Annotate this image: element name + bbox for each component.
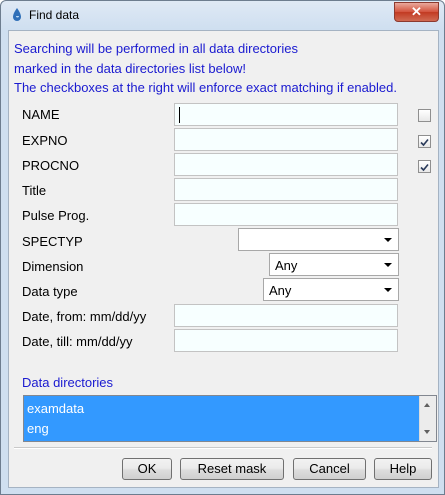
title-label: Title [22, 183, 47, 198]
procno-label: PROCNO [22, 158, 80, 173]
name-input[interactable] [174, 103, 398, 126]
scroll-down-arrow-icon[interactable] [424, 430, 430, 434]
data-type-label: Data type [22, 284, 78, 299]
date-from-input[interactable] [174, 304, 398, 327]
info-text: Searching will be performed in all data … [14, 39, 397, 98]
info-line: Searching will be performed in all data … [14, 41, 298, 56]
date-from-label: Date, from: mm/dd/yy [22, 309, 147, 324]
chevron-down-icon [384, 238, 392, 242]
expno-exact-checkbox[interactable] [418, 135, 431, 148]
text-caret [179, 107, 180, 123]
window-title: Find data [29, 8, 80, 22]
reset-mask-button[interactable]: Reset mask [180, 458, 284, 480]
divider [14, 447, 432, 449]
data-type-value: Any [269, 283, 292, 298]
spectyp-select[interactable] [238, 228, 399, 251]
title-input[interactable] [174, 178, 398, 201]
ok-button[interactable]: OK [122, 458, 172, 480]
data-directories-label: Data directories [22, 375, 114, 390]
date-till-label: Date, till: mm/dd/yy [22, 334, 133, 349]
close-button[interactable]: ✕ [394, 2, 439, 22]
data-type-select[interactable]: Any [263, 278, 399, 301]
spectyp-label: SPECTYP [22, 234, 83, 249]
dimension-select[interactable]: Any [269, 253, 399, 276]
list-item[interactable]: examdata [27, 401, 84, 416]
expno-label: EXPNO [22, 133, 68, 148]
check-icon [420, 138, 429, 147]
data-directories-list[interactable]: examdata eng [23, 395, 437, 442]
info-line: marked in the data directories list belo… [14, 60, 246, 76]
chevron-down-icon [384, 288, 392, 292]
chevron-down-icon [384, 263, 392, 267]
list-item[interactable]: eng [27, 421, 49, 436]
app-icon [9, 7, 25, 23]
list-scrollbar[interactable] [419, 396, 436, 441]
procno-exact-checkbox[interactable] [418, 160, 431, 173]
cancel-button[interactable]: Cancel [293, 458, 366, 480]
scroll-up-arrow-icon[interactable] [424, 403, 430, 407]
procno-input[interactable] [174, 153, 398, 176]
check-icon [420, 163, 429, 172]
pulse-prog-input[interactable] [174, 203, 398, 226]
info-line: The checkboxes at the right will enforce… [14, 80, 397, 95]
name-exact-checkbox[interactable] [418, 109, 431, 122]
name-label: NAME [22, 107, 60, 122]
help-button[interactable]: Help [374, 458, 432, 480]
find-data-dialog: Find data ✕ Searching will be performed … [0, 0, 445, 495]
dimension-value: Any [275, 258, 298, 273]
expno-input[interactable] [174, 128, 398, 151]
pulse-prog-label: Pulse Prog. [22, 208, 90, 223]
title-bar: Find data ✕ [1, 1, 444, 29]
dimension-label: Dimension [22, 259, 84, 274]
date-till-input[interactable] [174, 329, 398, 352]
dialog-body: Searching will be performed in all data … [8, 30, 439, 488]
